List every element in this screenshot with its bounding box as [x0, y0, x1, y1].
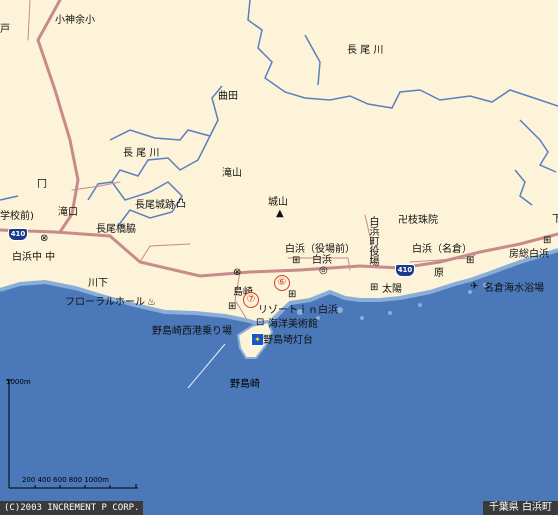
label-floral-hall: フローラルホール — [65, 297, 145, 308]
label-right-edge: 下 — [552, 214, 558, 225]
label-nagao-castle: 長尾城跡 — [135, 200, 175, 211]
hotel-icon: ⊞ — [292, 255, 301, 266]
museum-icon: ⊡ — [256, 317, 265, 328]
hotel-icon: ⊞ — [228, 301, 237, 312]
hotel-icon: ⊞ — [288, 289, 297, 300]
label-shirahama-naka: 白浜中 中 — [12, 252, 56, 263]
label-shirahama-cho-hall: 白浜町役場 — [367, 216, 378, 266]
label-takiguchi: 滝口 — [58, 207, 78, 218]
label-hara: 原 — [434, 268, 444, 279]
map-canvas[interactable]: 小神余小 戸 長 尾 川 曲田 長 尾 川 滝山 冂 城山 ▲ 長尾城跡 凸 滝… — [0, 0, 558, 515]
label-kawashita: 川下 — [88, 278, 108, 289]
scale-vertical-label: 1000m — [6, 378, 31, 386]
copyright-notice: (C)2003 INCREMENT P CORP. — [0, 501, 144, 515]
label-nagao-river-ne: 長 尾 川 — [347, 45, 384, 56]
label-nagura-beach: 名倉海水浴場 — [484, 283, 544, 294]
route-marker-7[interactable]: ⑦ — [243, 292, 259, 308]
label-kobutsu: 小神余小 — [55, 15, 95, 26]
label-boshu-shirahama: 房総白浜 — [509, 249, 549, 260]
label-shirahama-nagura: 白浜（名倉） — [412, 244, 472, 255]
prefecture-town-label: 千葉県 白浜町 — [482, 501, 558, 515]
label-upper-left: 戸 — [0, 24, 10, 35]
label-temple: 卍枝珠院 — [398, 215, 438, 226]
label-nagao-bridge: 長尾橋脇 — [96, 224, 136, 235]
label-taiyo: 太陽 — [382, 284, 402, 295]
label-nojima-zaki: 野島崎 — [230, 379, 260, 390]
beach-swimmer-icon: ✈ — [470, 281, 479, 292]
label-kaiyo-museum: 海洋美術館 — [268, 319, 318, 330]
label-magata: 曲田 — [218, 91, 238, 102]
hotel-icon: ⊞ — [466, 255, 475, 266]
shrine-icon: 冂 — [37, 179, 47, 190]
town-hall-icon: ◎ — [319, 265, 328, 276]
route-410-shield-west: 410 — [8, 228, 28, 241]
label-nojima-west-pier: 野島崎西港乗り場 — [152, 326, 232, 337]
label-nojima-lighthouse: 野島埼灯台 — [263, 335, 313, 346]
label-takiyama: 滝山 — [222, 168, 242, 179]
label-joyama: 城山 — [268, 197, 288, 208]
label-shirahama-yakuba: 白浜（役場前） — [285, 244, 355, 255]
police-box-icon: ⊗ — [40, 233, 49, 244]
hotel-icon: ⊞ — [370, 282, 379, 293]
label-resort: リゾートｉｎ白浜 — [258, 305, 338, 316]
label-school: 学校前) — [0, 211, 34, 222]
police-box-icon: ⊗ — [233, 267, 242, 278]
route-410-shield-east: 410 — [395, 264, 415, 277]
peak-icon: ▲ — [276, 208, 284, 219]
label-nagao-river-w: 長 尾 川 — [123, 148, 160, 159]
scale-horizontal-label: 200 400 600 800 1000m — [22, 476, 109, 484]
castle-ruin-icon: 凸 — [176, 199, 186, 210]
public-hall-icon: ♨ — [147, 297, 156, 308]
hotel-icon: ⊞ — [543, 235, 552, 246]
